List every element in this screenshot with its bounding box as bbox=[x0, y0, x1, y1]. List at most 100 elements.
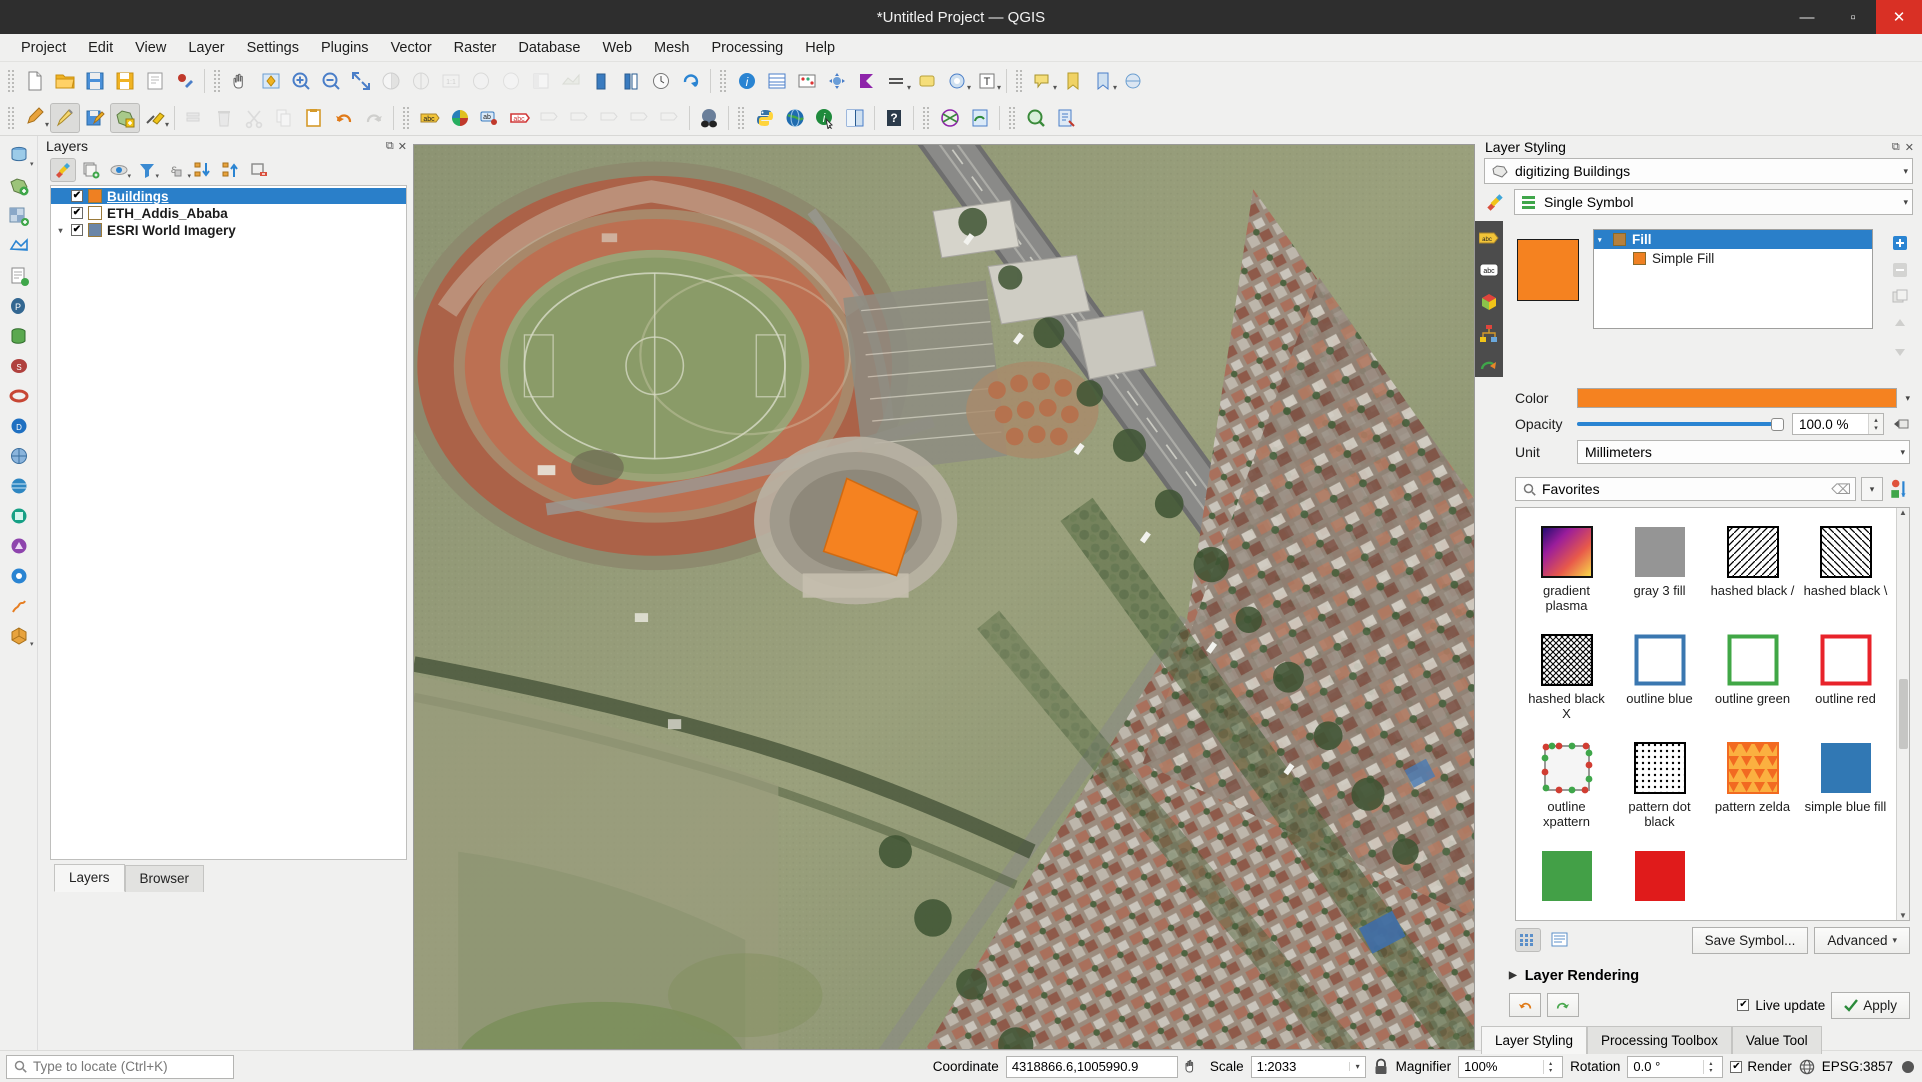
layer-row[interactable]: ✔ Buildings bbox=[51, 188, 406, 204]
add-postgis-icon[interactable]: P bbox=[4, 292, 34, 320]
qgis2web-icon[interactable] bbox=[935, 103, 965, 133]
add-arcgis-rest-icon[interactable] bbox=[4, 562, 34, 590]
symbol-gallery[interactable]: gradient plasma gray 3 fill hashed black /… bbox=[1515, 507, 1910, 921]
symbol-item[interactable]: pattern dot black bbox=[1613, 734, 1706, 842]
scroll-down-icon[interactable]: ▼ bbox=[1899, 911, 1907, 920]
symbol-item[interactable]: outline red bbox=[1799, 626, 1892, 734]
new-print-layout-icon[interactable] bbox=[140, 66, 170, 96]
coordinate-field[interactable]: 4318866.6,1005990.9 bbox=[1005, 1055, 1178, 1078]
masks-icon[interactable]: abc bbox=[1478, 259, 1500, 281]
float-icon[interactable]: ⧉ bbox=[386, 140, 394, 153]
color-button[interactable] bbox=[1577, 388, 1898, 408]
chevron-down-icon[interactable]: ▾ bbox=[1348, 1062, 1360, 1071]
add-vector-layer-icon[interactable] bbox=[4, 172, 34, 200]
scroll-up-icon[interactable]: ▲ bbox=[1899, 508, 1907, 517]
toolbar-grip[interactable] bbox=[1008, 105, 1017, 130]
data-source-manager-icon[interactable]: ▾ bbox=[4, 142, 34, 170]
scale-field[interactable]: 1:2033 ▾ bbox=[1250, 1055, 1366, 1078]
save-project-icon[interactable] bbox=[80, 66, 110, 96]
zoom-layer-extent-icon[interactable] bbox=[556, 66, 586, 96]
osm-download-icon[interactable] bbox=[694, 103, 724, 133]
georeferencer-icon[interactable] bbox=[840, 103, 870, 133]
remove-symbol-layer-icon[interactable] bbox=[1887, 258, 1913, 282]
labels-icon[interactable]: abc bbox=[1478, 227, 1500, 249]
deselect-features-icon[interactable]: ▾ bbox=[942, 66, 972, 96]
layer-rendering-section[interactable]: ▶ Layer Rendering bbox=[1509, 968, 1910, 984]
menu-view[interactable]: View bbox=[124, 37, 177, 59]
expander-icon[interactable]: ▾ bbox=[1598, 236, 1607, 244]
opacity-spinbox[interactable]: 100.0 % ▴ ▾ bbox=[1792, 413, 1884, 435]
close-icon[interactable]: ✕ bbox=[1905, 141, 1914, 154]
remove-layer-icon[interactable] bbox=[246, 158, 272, 182]
layer-visibility-checkbox[interactable]: ✔ bbox=[71, 207, 83, 219]
tab-browser[interactable]: Browser bbox=[124, 865, 205, 892]
toolbar-grip[interactable] bbox=[7, 105, 16, 130]
float-icon[interactable]: ⧉ bbox=[1892, 141, 1900, 154]
field-calculator-icon[interactable] bbox=[792, 66, 822, 96]
style-brush-icon[interactable] bbox=[1484, 191, 1506, 213]
refresh-icon[interactable] bbox=[676, 66, 706, 96]
opacity-slider[interactable] bbox=[1577, 414, 1784, 434]
zoom-in-icon[interactable] bbox=[286, 66, 316, 96]
identify-info-icon[interactable]: i bbox=[810, 103, 840, 133]
show-map-tips-icon[interactable]: ▾ bbox=[1028, 66, 1058, 96]
symbol-item[interactable] bbox=[1520, 842, 1613, 920]
toolbar-grip[interactable] bbox=[922, 105, 931, 130]
layer-visibility-checkbox[interactable]: ✔ bbox=[71, 224, 83, 236]
pin-labels-icon[interactable]: ab bbox=[475, 103, 505, 133]
expand-all-icon[interactable] bbox=[190, 158, 216, 182]
save-symbol-button[interactable]: Save Symbol... bbox=[1691, 926, 1809, 954]
diagrams-icon[interactable] bbox=[1478, 323, 1500, 345]
toolbar-grip[interactable] bbox=[7, 69, 16, 93]
apply-button[interactable]: Apply bbox=[1831, 991, 1910, 1019]
zoom-full-icon[interactable] bbox=[346, 66, 376, 96]
add-raster-layer-icon[interactable] bbox=[4, 202, 34, 230]
save-layer-edits-icon[interactable] bbox=[80, 103, 110, 133]
close-icon[interactable]: ✕ bbox=[398, 140, 407, 153]
zoom-next-icon[interactable] bbox=[496, 66, 526, 96]
live-update-checkbox[interactable]: ✔ Live update bbox=[1737, 998, 1825, 1013]
layer-row[interactable]: ✔ ETH_Addis_Ababa bbox=[51, 205, 406, 221]
add-delimited-text-icon[interactable] bbox=[4, 262, 34, 290]
toolbar-grip[interactable] bbox=[1015, 69, 1024, 93]
add-oracle-icon[interactable] bbox=[4, 382, 34, 410]
symbol-item[interactable]: outline xpattern bbox=[1520, 734, 1613, 842]
new-map-view-icon[interactable] bbox=[586, 66, 616, 96]
diagram-icon[interactable] bbox=[445, 103, 475, 133]
attribute-table-icon[interactable] bbox=[762, 66, 792, 96]
change-label-icon[interactable] bbox=[625, 103, 655, 133]
magnifier-field[interactable]: 100% ▴ ▾ bbox=[1458, 1055, 1564, 1078]
symbol-tree-row[interactable]: ▾ Fill bbox=[1594, 230, 1872, 249]
toolbar-grip[interactable] bbox=[213, 69, 222, 93]
redo-style-button[interactable] bbox=[1547, 993, 1579, 1018]
undo-icon[interactable] bbox=[329, 103, 359, 133]
move-label-icon[interactable] bbox=[535, 103, 565, 133]
grid-view-icon[interactable] bbox=[1515, 928, 1541, 953]
symbol-search-box[interactable]: Favorites ⌫ bbox=[1515, 477, 1856, 501]
temporal-controller-icon[interactable] bbox=[646, 66, 676, 96]
show-hide-labels-icon[interactable] bbox=[565, 103, 595, 133]
symbol-item[interactable]: pattern zelda bbox=[1706, 734, 1799, 842]
pan-map-icon[interactable] bbox=[226, 66, 256, 96]
zoom-last-icon[interactable] bbox=[466, 66, 496, 96]
menu-layer[interactable]: Layer bbox=[177, 37, 235, 59]
add-polygon-feature-icon[interactable] bbox=[110, 102, 140, 133]
copy-features-icon[interactable] bbox=[269, 103, 299, 133]
symbol-item[interactable] bbox=[1613, 842, 1706, 920]
symbol-item[interactable]: outline green bbox=[1706, 626, 1799, 734]
identify-features-icon[interactable]: i bbox=[732, 66, 762, 96]
menu-database[interactable]: Database bbox=[507, 37, 591, 59]
refresh-plugin-icon[interactable] bbox=[965, 103, 995, 133]
new-virtual-layer-icon[interactable] bbox=[1118, 66, 1148, 96]
map-canvas[interactable] bbox=[413, 144, 1475, 1050]
manage-map-themes-icon[interactable]: ▾ bbox=[106, 158, 132, 182]
history-icon[interactable] bbox=[1478, 355, 1500, 377]
symbol-item[interactable]: hashed black X bbox=[1520, 626, 1613, 734]
clear-icon[interactable]: ⌫ bbox=[1831, 481, 1851, 498]
statistical-summary-icon[interactable] bbox=[852, 66, 882, 96]
menu-settings[interactable]: Settings bbox=[236, 37, 310, 59]
text-annotation-icon[interactable]: ▾ T bbox=[972, 66, 1002, 96]
symbol-tree-row[interactable]: Simple Fill bbox=[1594, 249, 1872, 268]
python-console-icon[interactable] bbox=[750, 103, 780, 133]
toolbar-grip[interactable] bbox=[719, 69, 728, 93]
